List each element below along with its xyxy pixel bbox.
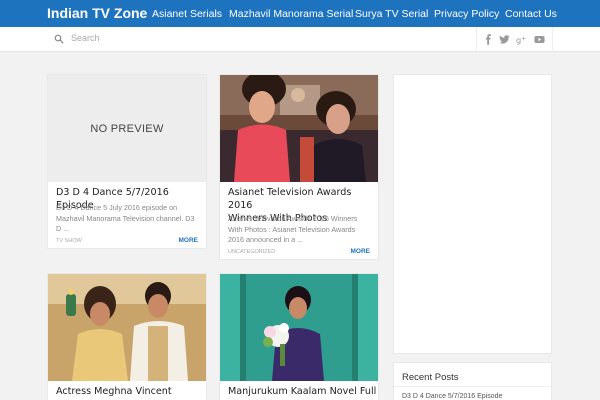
search-bar: g + xyxy=(0,27,600,52)
youtube-icon[interactable] xyxy=(534,34,545,45)
awards-photo xyxy=(220,75,378,182)
post-card: Actress Meghna Vincent xyxy=(47,273,207,400)
site-logo[interactable]: Indian TV Zone xyxy=(47,5,147,21)
post-thumbnail[interactable] xyxy=(220,75,378,182)
post-card: Manjurukum Kaalam Novel Full xyxy=(219,273,379,400)
search-input[interactable] xyxy=(71,29,371,47)
post-excerpt: Asianet Television Awards 2016 Winners W… xyxy=(228,214,358,244)
facebook-icon[interactable] xyxy=(483,34,494,45)
nav-item-surya-tv-serial[interactable]: Surya TV Serial xyxy=(355,8,428,20)
more-link[interactable]: MORE xyxy=(351,248,371,255)
no-preview-thumbnail[interactable]: NO PREVIEW xyxy=(48,75,206,182)
post-title[interactable]: Manjurukum Kaalam Novel Full xyxy=(228,385,376,398)
google-plus-icon[interactable]: g + xyxy=(516,34,527,45)
sidebar-ad-slot xyxy=(393,74,552,354)
post-category[interactable]: UNCATEGORIZED xyxy=(228,249,275,255)
recent-posts-heading: Recent Posts xyxy=(402,372,459,383)
recent-posts-widget: Recent Posts D3 D 4 Dance 5/7/2016 Episo… xyxy=(393,362,552,400)
top-nav: Indian TV Zone Asianet Serials Mazhavil … xyxy=(0,0,600,27)
post-category[interactable]: TV SHOW xyxy=(56,238,82,244)
recent-post-link[interactable]: D3 D 4 Dance 5/7/2016 Episode xyxy=(402,393,502,400)
nav-item-mazhavil-manorama-serial[interactable]: Mazhavil Manorama Serial xyxy=(229,8,353,20)
divider xyxy=(394,386,551,387)
svg-text:+: + xyxy=(521,34,526,42)
search-icon[interactable] xyxy=(54,34,64,44)
nav-item-contact-us[interactable]: Contact Us xyxy=(505,8,557,20)
post-excerpt: D3 D 4 Dance 5 July 2016 episode on Mazh… xyxy=(56,203,195,233)
more-link[interactable]: MORE xyxy=(179,237,199,244)
search-box xyxy=(47,27,477,51)
no-preview-label: NO PREVIEW xyxy=(90,122,164,135)
post-title[interactable]: Actress Meghna Vincent xyxy=(56,385,172,398)
nav-item-asianet-serials[interactable]: Asianet Serials xyxy=(152,8,222,20)
wedding-photo xyxy=(48,274,206,381)
social-links: g + xyxy=(476,27,553,52)
post-card: NO PREVIEW D3 D 4 Dance 5/7/2016 Episode… xyxy=(47,74,207,249)
actress-photo xyxy=(220,274,378,381)
post-thumbnail[interactable] xyxy=(220,274,378,381)
twitter-icon[interactable] xyxy=(499,34,510,45)
post-thumbnail[interactable] xyxy=(48,274,206,381)
post-card: Asianet Television Awards 2016 Winners W… xyxy=(219,74,379,260)
nav-item-privacy-policy[interactable]: Privacy Policy xyxy=(434,8,499,20)
